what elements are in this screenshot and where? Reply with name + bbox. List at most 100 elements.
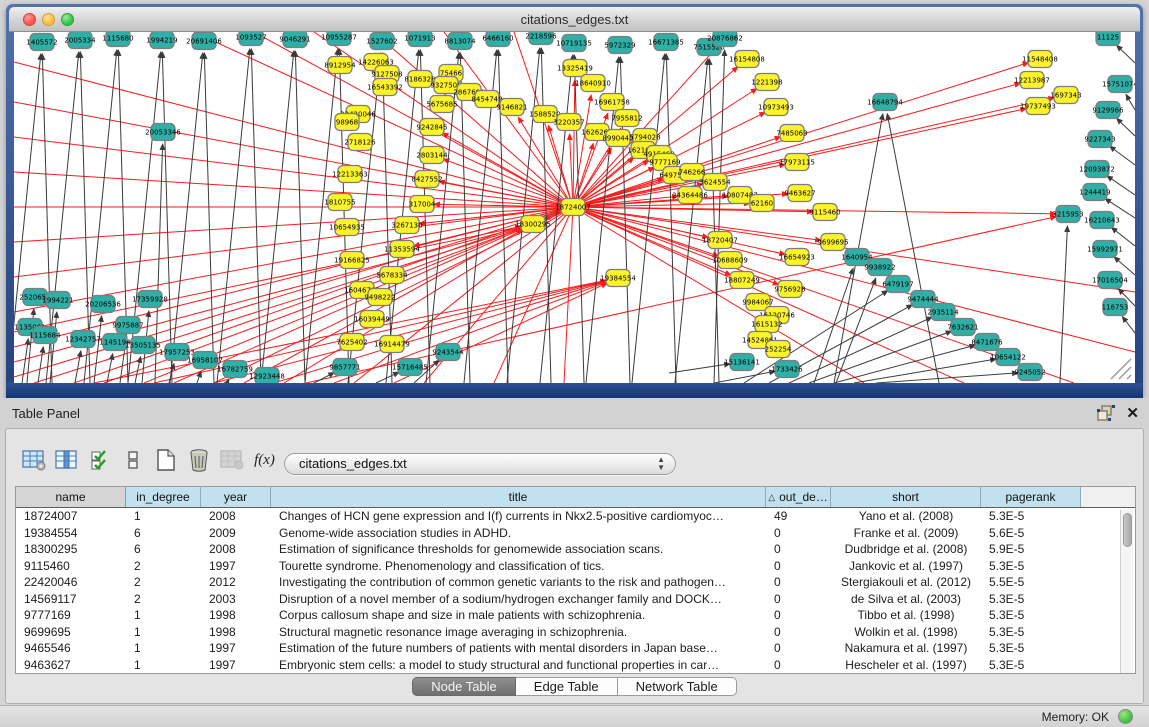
- cell-name[interactable]: 9463627: [16, 657, 126, 674]
- graph-node[interactable]: 9115460: [809, 204, 840, 221]
- graph-node[interactable]: 20691406: [186, 33, 222, 50]
- graph-node[interactable]: 1733426: [771, 361, 803, 378]
- close-panel-icon[interactable]: ✕: [1126, 404, 1139, 422]
- column-header-year[interactable]: year: [201, 487, 271, 507]
- cell-out_degree[interactable]: 0: [766, 558, 831, 575]
- graph-node[interactable]: 1093527: [235, 32, 266, 46]
- graph-node[interactable]: 10955287: [321, 32, 357, 46]
- graph-edge[interactable]: [887, 114, 939, 383]
- cell-title[interactable]: Tourette syndrome. Phenomenology and cla…: [271, 558, 766, 575]
- graph-node[interactable]: 62160: [750, 195, 774, 212]
- cell-title[interactable]: Corpus callosum shape and size in male p…: [271, 607, 766, 624]
- graph-node[interactable]: 7632621: [947, 319, 978, 336]
- cell-title[interactable]: Changes of HCN gene expression and I(f) …: [271, 508, 766, 525]
- cell-year[interactable]: 1997: [201, 558, 271, 575]
- select-rows-button[interactable]: [86, 447, 113, 474]
- cell-out_degree[interactable]: 0: [766, 607, 831, 624]
- graph-node[interactable]: 8427552: [411, 171, 442, 188]
- cell-pagerank[interactable]: 5.3E-5: [981, 657, 1081, 674]
- graph-edge[interactable]: [305, 49, 338, 383]
- cell-out_degree[interactable]: 0: [766, 591, 831, 608]
- column-header-short[interactable]: short: [831, 487, 981, 507]
- graph-node[interactable]: 1115680: [102, 32, 133, 47]
- graph-node[interactable]: 16154808: [729, 51, 765, 68]
- graph-node[interactable]: 1994219: [146, 32, 177, 49]
- graph-node[interactable]: 9245052: [1014, 364, 1045, 381]
- graph-node[interactable]: 18720407: [702, 232, 738, 249]
- cell-in_degree[interactable]: 1: [126, 607, 201, 624]
- graph-node[interactable]: 17359928: [132, 291, 168, 308]
- cell-name[interactable]: 14569117: [16, 591, 126, 608]
- network-canvas[interactable]: 1872400718300295193845541405572200533411…: [14, 32, 1135, 383]
- graph-node[interactable]: 16671385: [648, 34, 684, 51]
- graph-node[interactable]: 7625402: [336, 334, 367, 351]
- table-row[interactable]: 1872400712008Changes of HCN gene express…: [16, 508, 1135, 525]
- cell-in_degree[interactable]: 1: [126, 657, 201, 674]
- graph-node[interactable]: 20053346: [145, 124, 181, 141]
- cell-title[interactable]: Estimation of significance thresholds fo…: [271, 541, 766, 558]
- graph-node[interactable]: 1244419: [1079, 184, 1110, 201]
- graph-node[interactable]: 3220357: [553, 114, 584, 131]
- graph-node[interactable]: 1527602: [366, 33, 397, 50]
- cell-year[interactable]: 2003: [201, 591, 271, 608]
- cell-year[interactable]: 2009: [201, 525, 271, 542]
- graph-edge[interactable]: [204, 53, 214, 383]
- graph-node[interactable]: 9129966: [1092, 102, 1124, 119]
- graph-edge[interactable]: [75, 351, 81, 383]
- graph-node[interactable]: 19737493: [1020, 98, 1056, 115]
- cell-in_degree[interactable]: 1: [126, 508, 201, 525]
- cell-name[interactable]: 18300295: [16, 541, 126, 558]
- graph-node[interactable]: 8471676: [971, 334, 1003, 351]
- cell-in_degree[interactable]: 1: [126, 624, 201, 641]
- import-table-button[interactable]: [218, 447, 245, 474]
- graph-edge[interactable]: [274, 282, 607, 383]
- graph-node[interactable]: 6479197: [882, 276, 913, 293]
- table-row[interactable]: 1830029562008Estimation of significance …: [16, 541, 1135, 558]
- graph-edge[interactable]: [1117, 45, 1135, 63]
- row-height-button[interactable]: [119, 447, 146, 474]
- cell-pagerank[interactable]: 5.3E-5: [981, 624, 1081, 641]
- cell-year[interactable]: 2008: [201, 541, 271, 558]
- cell-pagerank[interactable]: 5.3E-5: [981, 591, 1081, 608]
- cell-short[interactable]: Stergiakouli et al. (2012): [831, 574, 981, 591]
- cell-in_degree[interactable]: 6: [126, 525, 201, 542]
- cell-name[interactable]: 19384554: [16, 525, 126, 542]
- cell-pagerank[interactable]: 5.3E-5: [981, 508, 1081, 525]
- graph-node[interactable]: 5972329: [604, 37, 635, 54]
- cell-in_degree[interactable]: 2: [126, 591, 201, 608]
- graph-node[interactable]: 1697343: [1050, 87, 1081, 104]
- graph-node[interactable]: 10654935: [329, 219, 365, 236]
- graph-edge[interactable]: [666, 54, 676, 383]
- graph-node[interactable]: 18807249: [724, 272, 760, 289]
- table-row[interactable]: 1456911722003Disruption of a novel membe…: [16, 591, 1135, 608]
- graph-node[interactable]: 9938922: [864, 259, 895, 276]
- column-header-name[interactable]: name: [16, 487, 126, 507]
- graph-edge[interactable]: [217, 49, 250, 383]
- graph-edge[interactable]: [669, 364, 730, 373]
- graph-node[interactable]: 9699695: [817, 234, 848, 251]
- cell-title[interactable]: Estimation of the future numbers of pati…: [271, 640, 766, 657]
- table-row[interactable]: 1938455462009Genome-wide association stu…: [16, 525, 1135, 542]
- graph-node[interactable]: 15136141: [724, 354, 760, 371]
- graph-edge[interactable]: [1126, 94, 1135, 110]
- cell-short[interactable]: Tibbo et al. (1998): [831, 607, 981, 624]
- graph-node[interactable]: 9498222: [364, 289, 395, 306]
- graph-node[interactable]: 15751074: [1102, 76, 1135, 93]
- cell-in_degree[interactable]: 6: [126, 541, 201, 558]
- graph-node[interactable]: 98968: [335, 114, 359, 131]
- graph-node[interactable]: 16961758: [594, 94, 630, 111]
- cell-short[interactable]: Jankovic et al. (1997): [831, 558, 981, 575]
- table-row[interactable]: 946554611997Estimation of the future num…: [16, 640, 1135, 657]
- cell-pagerank[interactable]: 5.5E-5: [981, 574, 1081, 591]
- cell-short[interactable]: Wolkin et al. (1998): [831, 624, 981, 641]
- cell-year[interactable]: 2008: [201, 508, 271, 525]
- graph-node[interactable]: 11125: [1096, 32, 1120, 46]
- graph-node[interactable]: 16654923: [779, 249, 815, 266]
- table-settings-button[interactable]: [20, 447, 47, 474]
- graph-node[interactable]: 9243544: [432, 344, 464, 361]
- cell-year[interactable]: 1998: [201, 607, 271, 624]
- graph-node[interactable]: 1405572: [26, 34, 57, 51]
- graph-edge[interactable]: [14, 62, 573, 207]
- graph-node[interactable]: 9857771: [329, 359, 360, 376]
- graph-node[interactable]: 9463627: [784, 185, 815, 202]
